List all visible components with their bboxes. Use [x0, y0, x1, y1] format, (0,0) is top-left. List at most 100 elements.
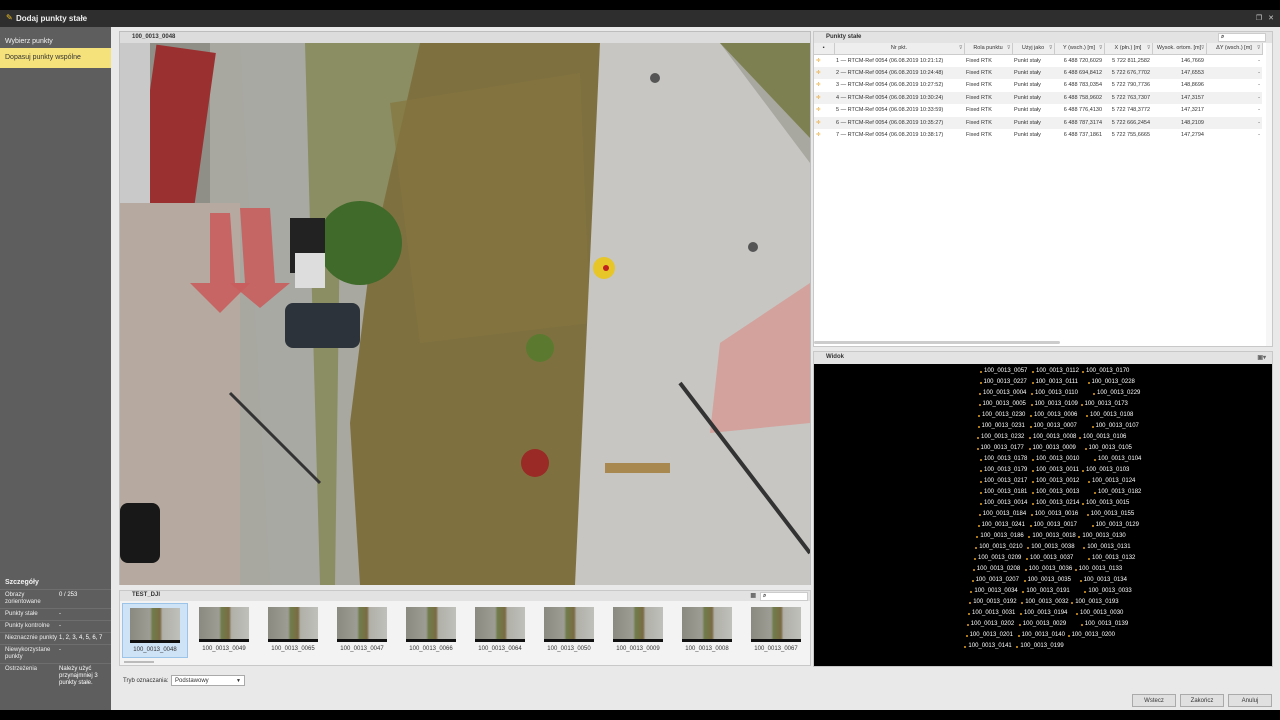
table-vertical-scrollbar[interactable] [1266, 43, 1272, 346]
camera-position-dot[interactable] [1083, 547, 1086, 549]
camera-position-dot[interactable] [1029, 525, 1032, 527]
camera-position-dot[interactable] [980, 503, 982, 505]
camera-position-dot[interactable] [970, 591, 973, 593]
camera-position-dot[interactable] [978, 404, 981, 406]
camera-position-dot[interactable] [976, 448, 979, 450]
thumbnail[interactable]: 100_0013_0048 [122, 603, 188, 658]
camera-position-dot[interactable] [978, 514, 981, 516]
camera-position-dot[interactable] [1088, 558, 1090, 560]
camera-position-dot[interactable] [964, 646, 967, 648]
table-row[interactable]: ✛ 7 — RTCM-Ref 0054 (06.08.2019 10:38:17)… [814, 129, 1262, 142]
camera-position-dot[interactable] [974, 558, 976, 560]
marking-mode-select[interactable]: Podstawowy ▼ [171, 675, 245, 686]
camera-position-dot[interactable] [1094, 492, 1096, 494]
thumbnail[interactable]: 100_0013_0008 [674, 603, 740, 658]
table-cell[interactable]: Punkt stały [1012, 116, 1054, 129]
back-button[interactable]: Wstecz [1132, 694, 1176, 707]
camera-position-dot[interactable] [1084, 591, 1087, 593]
column-header[interactable]: ΔY (wsch.) [m] ⊽ [1206, 43, 1263, 55]
camera-position-dot[interactable] [1080, 624, 1083, 626]
table-cell[interactable]: Punkt stały [1012, 79, 1054, 92]
camera-position-dot[interactable] [1032, 503, 1034, 505]
finish-button[interactable]: Zakończ [1180, 694, 1224, 707]
table-row[interactable]: ✛ 4 — RTCM-Ref 0054 (06.08.2019 10:30:24)… [814, 91, 1262, 104]
table-cell[interactable]: Punkt stały [1012, 66, 1054, 79]
camera-position-dot[interactable] [1071, 602, 1074, 604]
camera-position-dot[interactable] [1021, 602, 1024, 604]
camera-position-dot[interactable] [1030, 415, 1032, 417]
camera-position-dot[interactable] [966, 624, 969, 626]
camera-position-dot[interactable] [1030, 404, 1033, 406]
filter-icon[interactable]: ⊽ [1049, 45, 1053, 51]
filter-icon[interactable]: ⊽ [1099, 45, 1103, 51]
camera-position-dot[interactable] [1032, 481, 1034, 483]
column-header[interactable]: Nr pkt. ⊽ [834, 43, 965, 55]
camera-position-dot[interactable] [1082, 371, 1084, 373]
camera-position-dot[interactable] [1087, 382, 1090, 384]
filter-icon[interactable]: ⊽ [959, 45, 963, 51]
camera-position-dot[interactable] [1084, 448, 1087, 450]
camera-position-dot[interactable] [969, 602, 972, 604]
thumbnail-search-input[interactable]: ⌕ [760, 592, 808, 601]
camera-position-dot[interactable] [968, 613, 970, 615]
camera-position-dot[interactable] [1022, 591, 1025, 593]
thumbnail[interactable]: 100_0013_0049 [191, 603, 257, 658]
camera-position-dot[interactable] [977, 426, 980, 428]
camera-position-dot[interactable] [1091, 525, 1094, 527]
camera-position-dot[interactable] [977, 437, 979, 439]
column-header[interactable]: Y (wsch.) [m] ⊽ [1054, 43, 1105, 55]
column-header[interactable]: Rola punktu ⊽ [964, 43, 1013, 55]
camera-position-dot[interactable] [1079, 437, 1081, 439]
camera-position-dot[interactable] [1076, 613, 1078, 615]
camera-position-dot[interactable] [1082, 503, 1084, 505]
camera-position-dot[interactable] [1094, 459, 1096, 461]
table-horizontal-scrollbar[interactable] [814, 341, 1060, 344]
filter-icon[interactable]: ⊽ [1147, 45, 1151, 51]
camera-position-dot[interactable] [1024, 569, 1027, 571]
camera-position-dot[interactable] [1029, 437, 1031, 439]
thumbnail[interactable]: 100_0013_0066 [398, 603, 464, 658]
camera-positions-view[interactable]: 100_0013_0057 100_0013_0112 100_0013_0170 1… [814, 364, 1272, 666]
camera-position-dot[interactable] [977, 525, 980, 527]
camera-position-dot[interactable] [980, 470, 982, 472]
camera-position-dot[interactable] [1086, 415, 1088, 417]
camera-position-dot[interactable] [965, 635, 968, 637]
camera-position-dot[interactable] [1023, 580, 1026, 582]
close-icon[interactable]: ✕ [1268, 15, 1274, 22]
camera-position-dot[interactable] [1088, 481, 1090, 483]
table-row[interactable]: ✛ 1 — RTCM-Ref 0054 (06.08.2019 10:21:12)… [814, 54, 1262, 67]
cancel-button[interactable]: Anuluj [1228, 694, 1272, 707]
camera-position-dot[interactable] [1086, 514, 1089, 516]
filter-icon[interactable]: ⊽ [1257, 45, 1261, 51]
table-cell[interactable]: Punkt stały [1012, 54, 1054, 67]
view-options-icon[interactable]: ▣▾ [1257, 354, 1266, 361]
camera-position-dot[interactable] [1067, 635, 1070, 637]
camera-position-dot[interactable] [975, 547, 978, 549]
column-header[interactable]: X (płn.) [m] ⊽ [1104, 43, 1153, 55]
camera-position-dot[interactable] [1026, 558, 1028, 560]
camera-position-dot[interactable] [1079, 580, 1082, 582]
table-cell[interactable]: Punkt stały [1012, 91, 1054, 104]
table-cell[interactable]: Punkt stały [1012, 129, 1054, 142]
camera-position-dot[interactable] [1031, 393, 1033, 395]
camera-position-dot[interactable] [1032, 371, 1034, 373]
camera-position-dot[interactable] [1029, 426, 1032, 428]
camera-position-dot[interactable] [1027, 547, 1030, 549]
column-header[interactable]: Użyj jako ⊽ [1012, 43, 1055, 55]
restore-icon[interactable]: ❐ [1256, 15, 1262, 22]
camera-position-dot[interactable] [1028, 536, 1031, 538]
table-cell[interactable]: Punkt stały [1012, 104, 1054, 117]
camera-position-dot[interactable] [980, 492, 982, 494]
thumbnail[interactable]: 100_0013_0064 [467, 603, 533, 658]
camera-position-dot[interactable] [1020, 613, 1022, 615]
camera-position-dot[interactable] [1032, 459, 1034, 461]
aerial-photo[interactable] [120, 43, 810, 585]
table-row[interactable]: ✛ 2 — RTCM-Ref 0054 (06.08.2019 10:24:48)… [814, 66, 1262, 79]
table-row[interactable]: ✛ 3 — RTCM-Ref 0054 (06.08.2019 10:27:52)… [814, 79, 1262, 92]
camera-position-dot[interactable] [1018, 624, 1021, 626]
table-row[interactable]: ✛ 6 — RTCM-Ref 0054 (06.08.2019 10:35:27)… [814, 116, 1262, 129]
step-match-points[interactable]: Dopasuj punkty wspólne [0, 48, 111, 68]
camera-position-dot[interactable] [1032, 470, 1034, 472]
camera-position-dot[interactable] [978, 415, 980, 417]
camera-position-dot[interactable] [979, 393, 981, 395]
